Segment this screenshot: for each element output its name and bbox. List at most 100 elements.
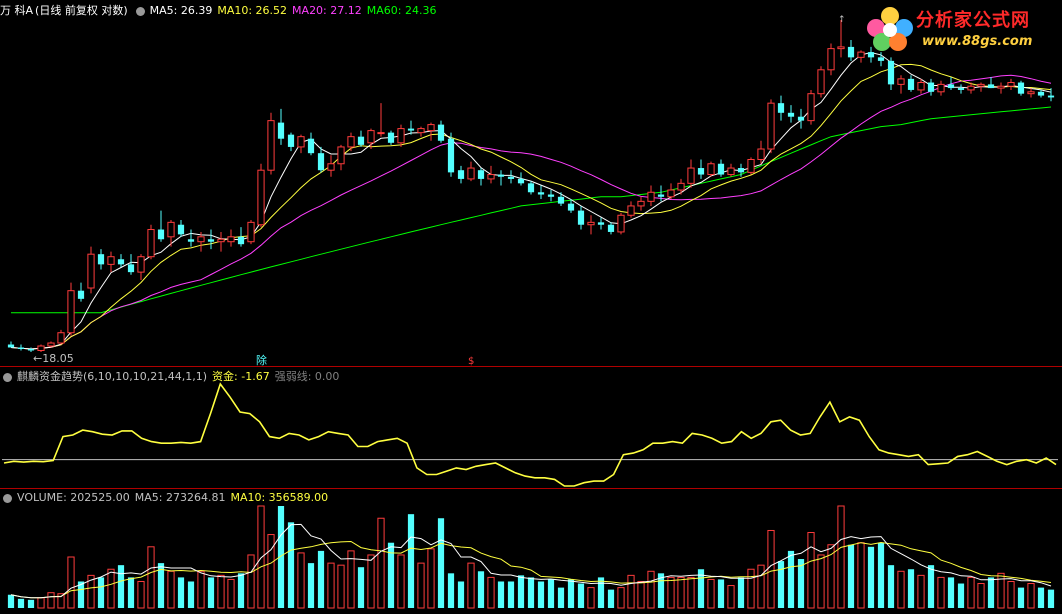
high-price-marker: ↑ xyxy=(838,15,846,25)
volume-gear-icon[interactable] xyxy=(3,493,12,503)
volume-bar-down xyxy=(737,577,745,608)
volume-bar-up xyxy=(857,542,865,609)
volume-label: VOLUME: 202525.00 xyxy=(17,491,130,504)
volume-bar-down xyxy=(1037,587,1045,608)
candle-down xyxy=(477,170,485,179)
volume-bar-up xyxy=(627,574,635,609)
candle-down xyxy=(987,84,995,89)
main-chart-header: 万 科A (日线 前复权 对数) MA5: 26.39 MA10: 26.52 … xyxy=(0,3,441,19)
volume-bar-up xyxy=(937,576,945,609)
candle-up xyxy=(147,229,155,258)
candle-up xyxy=(837,46,845,50)
flower-logo-icon xyxy=(867,7,913,51)
candle-up xyxy=(427,124,435,132)
volume-bar-up xyxy=(687,576,695,609)
candle-up xyxy=(67,290,75,334)
candle-down xyxy=(1017,82,1025,94)
event-marker: $ xyxy=(468,356,474,367)
candle-up xyxy=(647,191,655,202)
candle-down xyxy=(777,103,785,113)
candle-up xyxy=(417,128,425,134)
stock-title[interactable]: 万 科A xyxy=(0,3,33,19)
candle-down xyxy=(1047,95,1055,98)
candle-down xyxy=(127,264,135,273)
chart-canvas[interactable]: ←18.05 ↑ 除 $ xyxy=(0,0,1062,610)
ma60-line xyxy=(11,106,1052,314)
logo-text: 分析家公式网 xyxy=(916,10,1030,31)
volume-bar-down xyxy=(527,577,535,608)
volume-bar-up xyxy=(347,550,355,609)
indicator-gear-icon[interactable] xyxy=(3,372,12,382)
volume-bar-up xyxy=(727,585,735,609)
volume-bar-up xyxy=(767,529,775,609)
volume-bar-down xyxy=(907,569,915,608)
candle-up xyxy=(827,48,835,71)
volume-bar-down xyxy=(947,577,955,608)
volume-bar-down xyxy=(867,546,875,608)
candle-down xyxy=(517,178,525,184)
volume-bar-down xyxy=(317,550,325,608)
ex-dividend-marker: 除 xyxy=(256,353,267,367)
candle-down xyxy=(787,112,795,117)
candle-down xyxy=(717,163,725,175)
volume-bar-up xyxy=(147,546,155,609)
candle-up xyxy=(197,236,205,243)
volume-bar-up xyxy=(667,576,675,609)
candle-up xyxy=(377,132,385,135)
volume-bar-down xyxy=(437,518,445,608)
volume-bar-down xyxy=(777,561,785,608)
candle-up xyxy=(167,221,175,238)
candle-up xyxy=(917,82,925,91)
volume-bar-down xyxy=(457,581,465,608)
candle-down xyxy=(97,254,105,265)
volume-bar-up xyxy=(297,552,305,609)
settings-gear-icon[interactable] xyxy=(135,6,145,16)
candle-up xyxy=(487,174,495,180)
volume-bar-down xyxy=(557,587,565,608)
candle-up xyxy=(217,238,225,243)
candle-down xyxy=(187,239,195,242)
volume-bar-up xyxy=(257,505,265,609)
volume-bar-down xyxy=(567,579,575,608)
volume-bar-up xyxy=(137,580,145,609)
volume-bar-down xyxy=(127,577,135,608)
candle-up xyxy=(677,182,685,191)
candle-down xyxy=(537,192,545,195)
ma5-label: MA5: 26.39 xyxy=(149,4,213,17)
volume-bar-down xyxy=(597,577,605,608)
volume-bar-down xyxy=(717,579,725,608)
volume-bar-down xyxy=(847,544,855,608)
chart-mode[interactable]: (日线 前复权 对数) xyxy=(35,3,128,19)
candle-up xyxy=(1007,82,1015,87)
volume-bar-down xyxy=(187,581,195,608)
candle-up xyxy=(257,169,265,226)
candle-up xyxy=(967,85,975,91)
volume-bar-up xyxy=(917,574,925,609)
volume-bar-up xyxy=(327,562,335,609)
volume-bar-down xyxy=(957,583,965,608)
candle-down xyxy=(907,78,915,90)
volume-bar-up xyxy=(367,554,375,609)
candle-up xyxy=(937,83,945,93)
volume-bar-down xyxy=(17,598,25,608)
volume-bar-up xyxy=(467,562,475,609)
candle-down xyxy=(7,344,15,348)
candle-up xyxy=(467,167,475,180)
volume-bar-up xyxy=(977,583,985,609)
indicator-name[interactable]: 麒麟资金趋势(6,10,10,10,21,44,1,1) xyxy=(17,369,207,385)
logo-url: www.88gs.com xyxy=(922,34,1033,49)
ma60-label: MA60: 24.36 xyxy=(366,4,437,17)
candle-down xyxy=(877,57,885,61)
volume-bar-down xyxy=(877,542,885,608)
candle-down xyxy=(287,134,295,147)
volume-bar-up xyxy=(817,554,825,609)
volume-bar-up xyxy=(107,568,115,609)
candle-up xyxy=(327,163,335,171)
candle-down xyxy=(607,224,615,232)
candle-down xyxy=(437,124,445,141)
candle-up xyxy=(897,78,905,85)
volume-bar-down xyxy=(97,577,105,608)
candle-down xyxy=(17,347,25,349)
candle-up xyxy=(687,167,695,184)
candle-up xyxy=(367,130,375,144)
